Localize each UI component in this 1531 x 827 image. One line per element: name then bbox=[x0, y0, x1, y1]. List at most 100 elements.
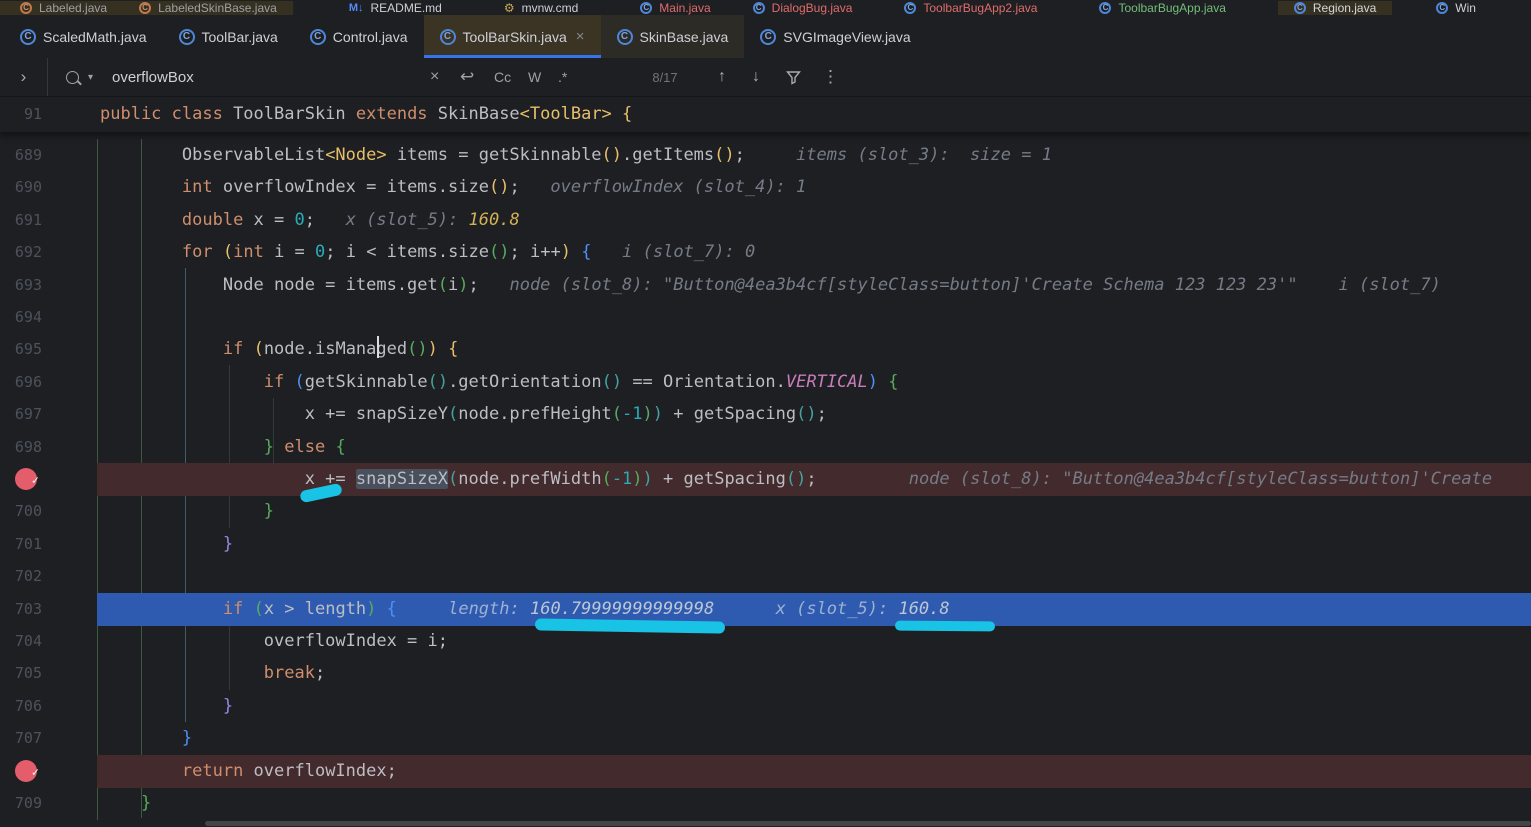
line-number[interactable]: 693 bbox=[0, 269, 42, 301]
code-token: else bbox=[284, 437, 325, 457]
search-input[interactable]: overflowBox bbox=[112, 58, 194, 96]
code-token: ) bbox=[366, 599, 376, 619]
line-number[interactable]: 706 bbox=[0, 690, 42, 722]
indent bbox=[100, 177, 182, 197]
line-number[interactable]: 694 bbox=[0, 301, 42, 333]
tab-region-java[interactable]: CRegion.java bbox=[1278, 1, 1392, 15]
code-token: () bbox=[407, 339, 427, 359]
indent bbox=[100, 210, 182, 230]
indent bbox=[100, 339, 223, 359]
line-number[interactable]: 696 bbox=[0, 366, 42, 398]
more-options-kebab-icon[interactable]: ⋮ bbox=[822, 58, 839, 96]
code-token: i (slot_7): 0 bbox=[591, 242, 755, 262]
line-number[interactable]: 695 bbox=[0, 333, 42, 365]
line-number[interactable]: 700 bbox=[0, 495, 42, 527]
code-token: node.isManaged bbox=[264, 339, 407, 359]
tab-scaledmath-java[interactable]: CScaledMath.java bbox=[0, 15, 163, 58]
code-line: 706 } bbox=[0, 690, 1531, 723]
indent bbox=[100, 663, 264, 683]
tab-dialogbug-java[interactable]: CDialogBug.java bbox=[737, 1, 869, 15]
tab-skinbase-java[interactable]: CSkinBase.java bbox=[601, 15, 745, 58]
code-token: snapSizeX bbox=[356, 469, 448, 489]
line-number[interactable]: 697 bbox=[0, 398, 42, 430]
tab-toolbarskin-java[interactable]: CToolBarSkin.java× bbox=[424, 15, 601, 58]
code-token: + getSpacing bbox=[653, 469, 786, 489]
code-token: overflowIndex (slot_4): 1 bbox=[520, 177, 807, 197]
line-number[interactable]: 707 bbox=[0, 722, 42, 754]
code-token: -1 bbox=[612, 469, 632, 489]
class-icon: C bbox=[753, 2, 765, 14]
line-number[interactable]: 704 bbox=[0, 625, 42, 657]
code-token bbox=[325, 437, 335, 457]
next-occurrence-button[interactable]: ↓ bbox=[752, 58, 760, 96]
code-text: break; bbox=[100, 657, 325, 689]
tab-readme-md[interactable]: M↓README.md bbox=[333, 1, 458, 15]
tab-label: ToolbarBugApp.java bbox=[1118, 1, 1225, 15]
regex-toggle[interactable]: .* bbox=[558, 58, 567, 96]
code-token: 0 bbox=[295, 210, 305, 230]
code-token bbox=[284, 372, 294, 392]
whole-words-toggle[interactable]: W bbox=[528, 58, 541, 96]
code-token: node.prefHeight bbox=[458, 404, 612, 424]
line-number[interactable]: 691 bbox=[0, 204, 42, 236]
line-number[interactable]: 689 bbox=[0, 139, 42, 171]
tab-toolbarbugapp-java[interactable]: CToolbarBugApp.java bbox=[1083, 1, 1241, 15]
code-token: int bbox=[233, 242, 264, 262]
code-token: } bbox=[264, 501, 274, 521]
line-number[interactable]: 709 bbox=[0, 787, 42, 819]
code-token: () bbox=[796, 404, 816, 424]
tab-label: Main.java bbox=[659, 1, 710, 15]
indent bbox=[100, 728, 182, 748]
search-icon[interactable] bbox=[66, 58, 79, 96]
code-text: } else { bbox=[100, 431, 346, 463]
indent bbox=[100, 469, 305, 489]
match-case-toggle[interactable]: Cc bbox=[494, 58, 511, 96]
search-result-count: 8/17 bbox=[630, 58, 700, 96]
code-token: public class bbox=[100, 104, 233, 124]
line-number[interactable]: 705 bbox=[0, 657, 42, 689]
tab-label: Region.java bbox=[1313, 1, 1376, 15]
markdown-icon: M↓ bbox=[349, 2, 364, 14]
tab-win[interactable]: CWin bbox=[1420, 1, 1492, 15]
code-line: 693 Node node = items.get(i); node (slot… bbox=[0, 269, 1531, 302]
line-number[interactable]: 690 bbox=[0, 171, 42, 203]
tab-main-java[interactable]: CMain.java bbox=[624, 1, 726, 15]
code-token: getSkinnable bbox=[305, 372, 428, 392]
tab-label: ToolBarSkin.java bbox=[463, 29, 567, 45]
tab-toolbar-java[interactable]: CToolBar.java bbox=[163, 15, 294, 58]
code-text: } bbox=[100, 787, 151, 819]
code-token: ( bbox=[295, 372, 305, 392]
tab-svgimageview-java[interactable]: CSVGImageView.java bbox=[744, 15, 926, 58]
code-token: { bbox=[612, 104, 632, 124]
breakpoint-icon[interactable]: ✓ bbox=[15, 468, 37, 490]
tab-labeled-java[interactable]: CLabeled.java bbox=[0, 1, 123, 15]
tab-mvnw-cmd[interactable]: ⚙mvnw.cmd bbox=[488, 1, 594, 15]
tab-labeledskinbase-java[interactable]: CLabeledSkinBase.java bbox=[123, 1, 293, 15]
code-token: + getSpacing bbox=[663, 404, 796, 424]
line-number[interactable]: 701 bbox=[0, 528, 42, 560]
clear-search-icon[interactable]: × bbox=[430, 58, 439, 96]
previous-occurrence-button[interactable]: ↑ bbox=[718, 58, 726, 96]
close-tab-icon[interactable]: × bbox=[576, 29, 585, 44]
line-number[interactable]: 703 bbox=[0, 593, 42, 625]
tab-control-java[interactable]: CControl.java bbox=[294, 15, 424, 58]
text-caret bbox=[377, 336, 379, 358]
horizontal-scrollbar[interactable] bbox=[205, 821, 1531, 826]
line-number[interactable]: 698 bbox=[0, 431, 42, 463]
line-number[interactable]: 692 bbox=[0, 236, 42, 268]
newline-icon[interactable]: ↩ bbox=[460, 58, 474, 96]
tab-toolbarbugapp2-java[interactable]: CToolbarBugApp2.java bbox=[888, 1, 1053, 15]
code-token: if bbox=[223, 599, 243, 619]
breakpoint-icon[interactable]: ✓ bbox=[15, 760, 37, 782]
find-bar: › ▾ overflowBox × ↩ Cc W .* 8/17 ↑ ↓ ⋮ bbox=[0, 58, 1531, 97]
tab-label: ToolBar.java bbox=[202, 29, 278, 45]
code-token: { bbox=[387, 599, 397, 619]
code-token bbox=[438, 339, 448, 359]
indent bbox=[100, 437, 264, 457]
find-expand-button[interactable]: › bbox=[0, 58, 48, 96]
filter-icon[interactable] bbox=[786, 58, 801, 96]
code-line: 695 if (node.isManaged()) { bbox=[0, 333, 1531, 366]
line-number[interactable]: 702 bbox=[0, 560, 42, 592]
search-history-chevron-icon[interactable]: ▾ bbox=[88, 58, 93, 96]
code-text: } bbox=[100, 495, 274, 527]
